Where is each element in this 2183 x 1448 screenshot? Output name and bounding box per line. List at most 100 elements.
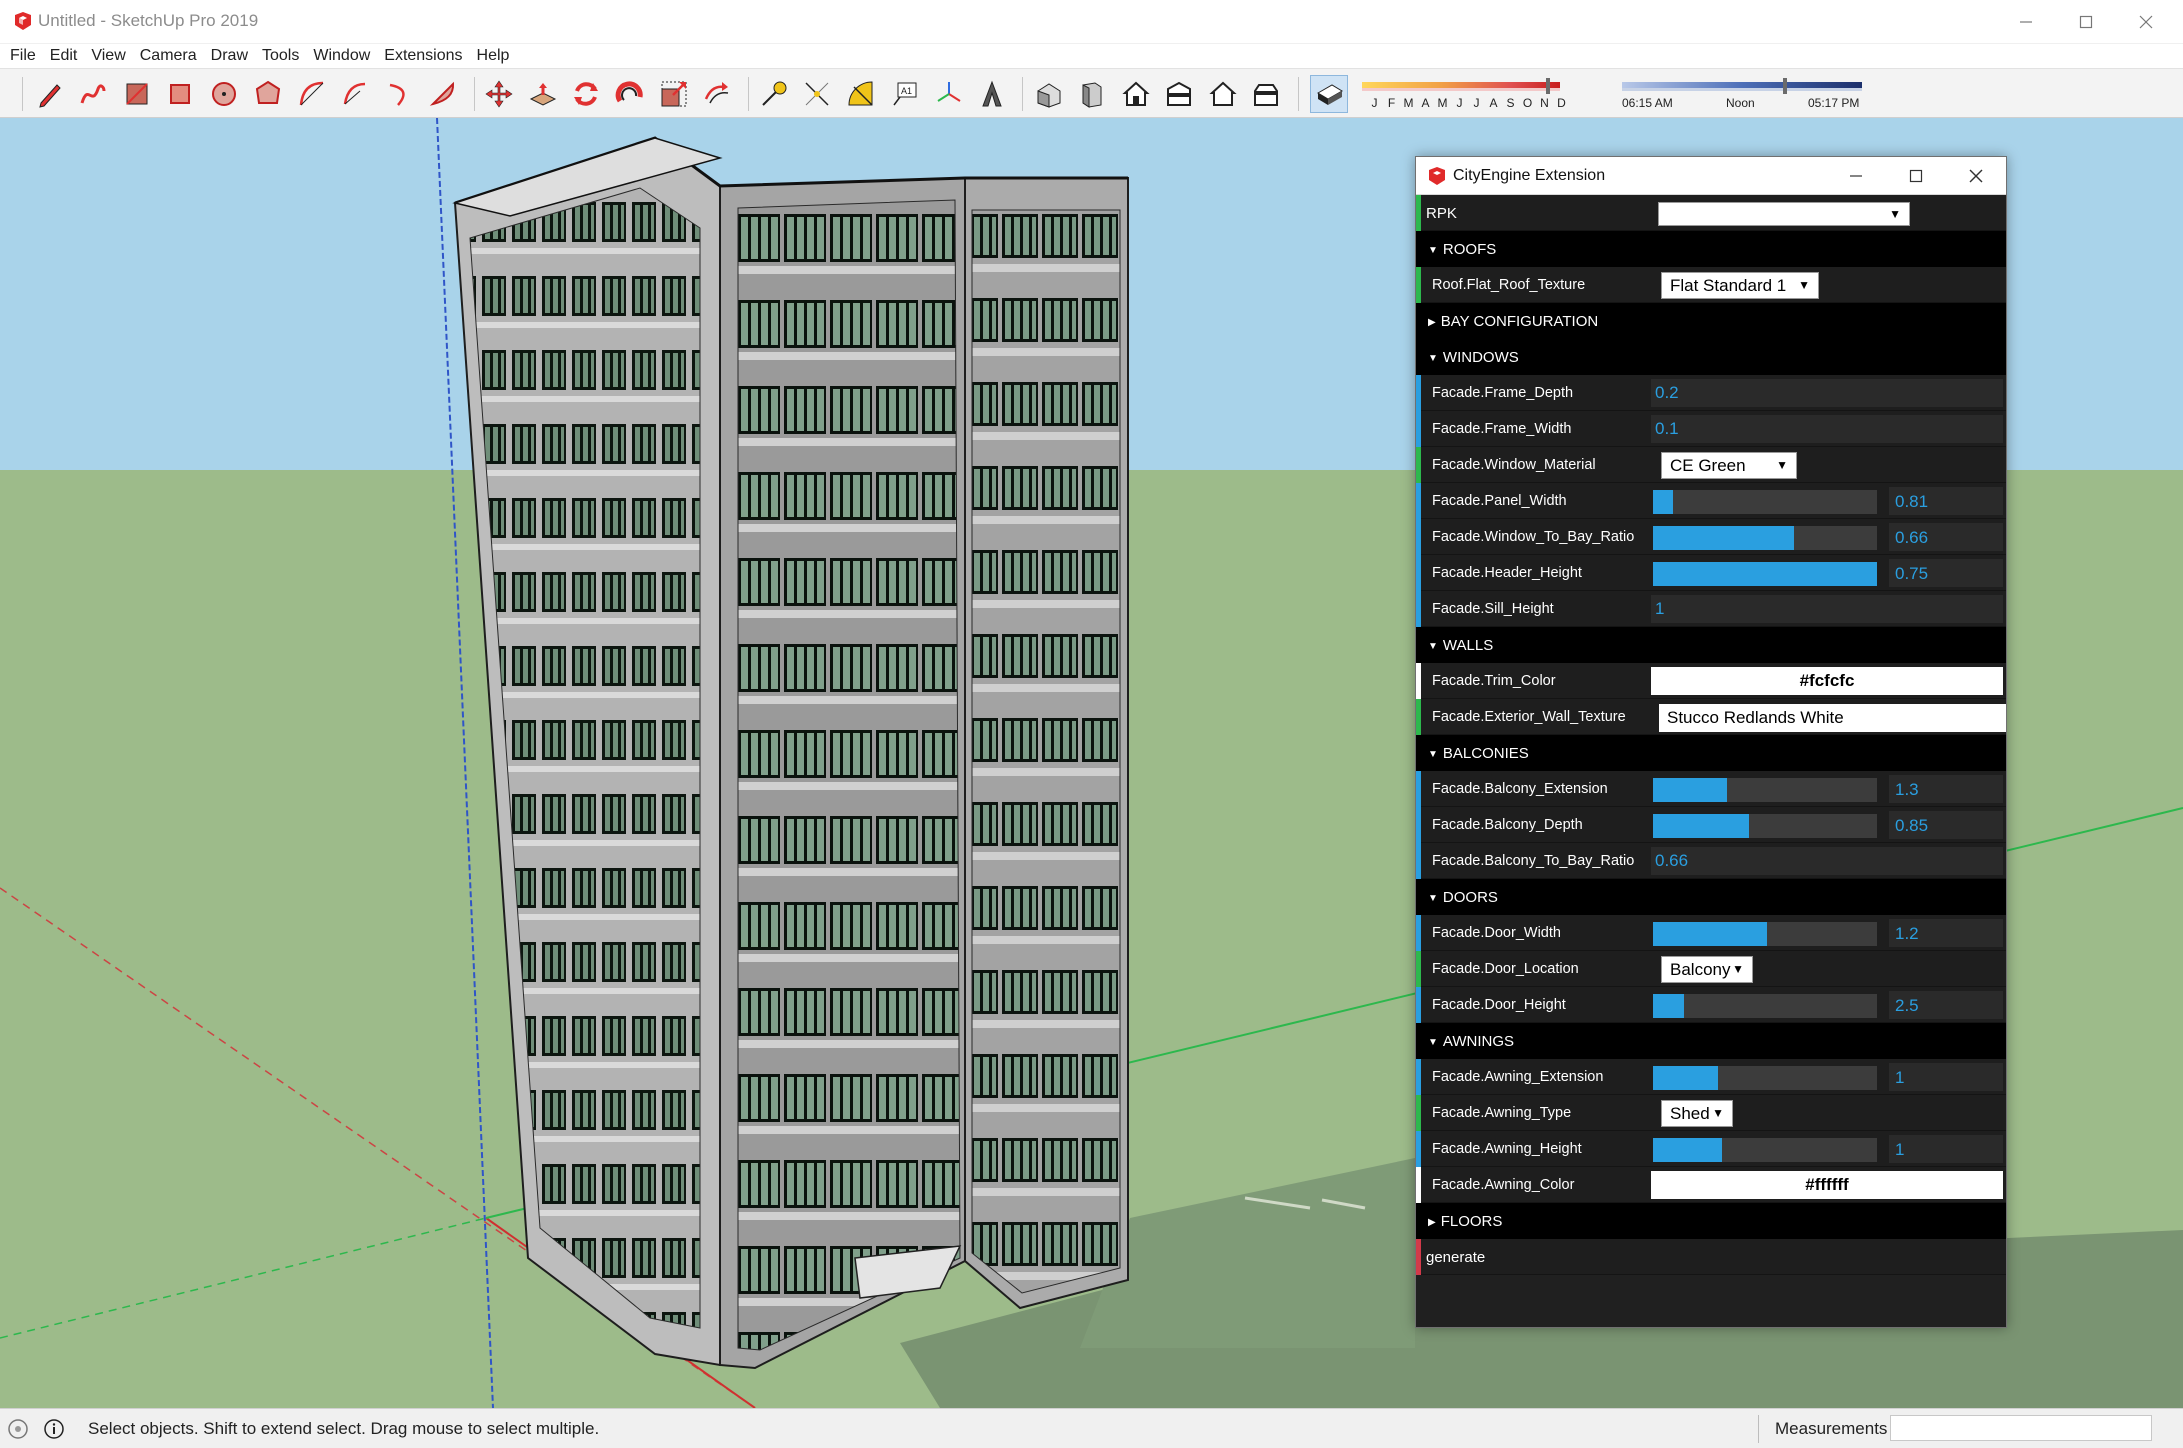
roof-texture-dropdown[interactable]: Flat Standard 1 ▼: [1661, 272, 1819, 299]
shadow-time-slider[interactable]: 06:15 AM Noon 05:17 PM: [1622, 77, 1866, 117]
close-button[interactable]: [2118, 0, 2174, 44]
top-view-button[interactable]: [1073, 75, 1111, 113]
front-view-button[interactable]: [1117, 75, 1155, 113]
line-tool-button[interactable]: [31, 75, 69, 113]
door-height-slider[interactable]: [1653, 994, 1877, 1018]
sketchup-logo-icon: [1429, 167, 1445, 185]
door-location-dropdown[interactable]: Balcony ▼: [1661, 956, 1753, 983]
exterior-wall-texture-field[interactable]: Stucco Redlands White: [1659, 704, 2006, 732]
section-awnings[interactable]: ▼ AWNINGS: [1416, 1023, 2006, 1059]
generate-button[interactable]: generate: [1416, 1239, 2006, 1275]
window-material-dropdown[interactable]: CE Green ▼: [1661, 452, 1797, 479]
move-tool-button[interactable]: [480, 75, 518, 113]
menu-draw[interactable]: Draw: [211, 44, 248, 68]
protractor-tool-button[interactable]: [842, 75, 880, 113]
menu-file[interactable]: File: [10, 44, 36, 68]
awning-height-slider[interactable]: [1653, 1138, 1877, 1162]
freehand-tool-button[interactable]: [74, 75, 112, 113]
push-pull-tool-button[interactable]: [524, 75, 562, 113]
menu-view[interactable]: View: [91, 44, 125, 68]
circle-tool-button[interactable]: [205, 75, 243, 113]
two-point-arc-tool-button[interactable]: [336, 75, 374, 113]
tape-measure-tool-button[interactable]: [755, 75, 793, 113]
rotate-tool-button[interactable]: [567, 75, 605, 113]
section-doors[interactable]: ▼ DOORS: [1416, 879, 2006, 915]
dimension-tool-button[interactable]: [798, 75, 836, 113]
awning-type-dropdown[interactable]: Shed ▼: [1661, 1100, 1733, 1127]
3d-text-tool-button[interactable]: [973, 75, 1011, 113]
three-point-arc-tool-button[interactable]: [380, 75, 418, 113]
frame-width-input[interactable]: 0.1: [1651, 415, 2003, 443]
section-walls[interactable]: ▼ WALLS: [1416, 627, 2006, 663]
balcony-extension-slider[interactable]: [1653, 778, 1877, 802]
right-view-button[interactable]: [1160, 75, 1198, 113]
param-label: Facade.Door_Location: [1432, 961, 1579, 977]
header-height-input[interactable]: 0.75: [1889, 559, 2003, 587]
left-view-button[interactable]: [1247, 75, 1285, 113]
menu-tools[interactable]: Tools: [262, 44, 299, 68]
toolbar-separator: [1298, 77, 1299, 111]
menu-edit[interactable]: Edit: [50, 44, 78, 68]
rectangle-tool-button[interactable]: [118, 75, 156, 113]
back-view-button[interactable]: [1204, 75, 1242, 113]
awning-height-input[interactable]: 1: [1889, 1135, 2003, 1163]
door-height-input[interactable]: 2.5: [1889, 991, 2003, 1019]
frame-depth-input[interactable]: 0.2: [1651, 379, 2003, 407]
section-floors[interactable]: ▶ FLOORS: [1416, 1203, 2006, 1239]
geolocation-icon[interactable]: [7, 1418, 29, 1440]
row-accent: [1416, 267, 1421, 303]
shadow-date-slider[interactable]: JFMAMJJASOND: [1362, 77, 1592, 117]
param-label: Roof.Flat_Roof_Texture: [1432, 277, 1586, 293]
sill-height-input[interactable]: 1: [1651, 595, 2003, 623]
pencil-icon: [39, 84, 61, 108]
section-roofs[interactable]: ▼ ROOFS: [1416, 231, 2006, 267]
axes-tool-button[interactable]: [930, 75, 968, 113]
trim-color-swatch[interactable]: #fcfcfc: [1651, 667, 2003, 695]
section-windows[interactable]: ▼ WINDOWS: [1416, 339, 2006, 375]
ce-close-button[interactable]: [1946, 157, 2006, 195]
door-width-input[interactable]: 1.2: [1889, 919, 2003, 947]
iso-view-button[interactable]: [1030, 75, 1068, 113]
shadows-toggle-button[interactable]: [1310, 75, 1348, 113]
awning-color-swatch[interactable]: #ffffff: [1651, 1171, 2003, 1199]
arc-tool-button[interactable]: [293, 75, 331, 113]
offset-tool-button[interactable]: [698, 75, 736, 113]
section-balconies[interactable]: ▼ BALCONIES: [1416, 735, 2006, 771]
balcony-extension-input[interactable]: 1.3: [1889, 775, 2003, 803]
panel-width-slider[interactable]: [1653, 490, 1877, 514]
balcony-depth-slider[interactable]: [1653, 814, 1877, 838]
balcony-to-bay-ratio-input[interactable]: 0.66: [1651, 847, 2003, 875]
param-label: Facade.Frame_Width: [1432, 421, 1572, 437]
follow-me-tool-button[interactable]: [611, 75, 649, 113]
pie-tool-button[interactable]: [424, 75, 462, 113]
balcony-depth-input[interactable]: 0.85: [1889, 811, 2003, 839]
minimize-button[interactable]: [1998, 0, 2054, 44]
menu-help[interactable]: Help: [477, 44, 510, 68]
section-bay-configuration[interactable]: ▶ BAY CONFIGURATION: [1416, 303, 2006, 339]
window-to-bay-ratio-slider[interactable]: [1653, 526, 1877, 550]
awning-extension-input[interactable]: 1: [1889, 1063, 2003, 1091]
info-icon[interactable]: [43, 1418, 65, 1440]
menu-window[interactable]: Window: [313, 44, 370, 68]
rotated-rectangle-tool-button[interactable]: [161, 75, 199, 113]
rpk-dropdown[interactable]: ▼: [1658, 202, 1910, 226]
menu-extensions[interactable]: Extensions: [384, 44, 462, 68]
door-width-slider[interactable]: [1653, 922, 1877, 946]
polygon-icon: [255, 80, 281, 104]
maximize-button[interactable]: [2058, 0, 2114, 44]
date-slider-handle[interactable]: [1546, 78, 1550, 94]
panel-width-input[interactable]: 0.81: [1889, 487, 2003, 515]
row-accent: [1416, 483, 1421, 519]
text-tool-button[interactable]: A1: [886, 75, 924, 113]
time-slider-handle[interactable]: [1783, 78, 1787, 94]
header-height-slider[interactable]: [1653, 562, 1877, 586]
menu-camera[interactable]: Camera: [140, 44, 197, 68]
ce-minimize-button[interactable]: [1826, 157, 1886, 195]
measurements-input[interactable]: [1890, 1415, 2152, 1441]
svg-text:A1: A1: [901, 86, 912, 96]
polygon-tool-button[interactable]: [249, 75, 287, 113]
window-to-bay-ratio-input[interactable]: 0.66: [1889, 523, 2003, 551]
awning-extension-slider[interactable]: [1653, 1066, 1877, 1090]
ce-maximize-button[interactable]: [1886, 157, 1946, 195]
scale-tool-button[interactable]: [655, 75, 693, 113]
